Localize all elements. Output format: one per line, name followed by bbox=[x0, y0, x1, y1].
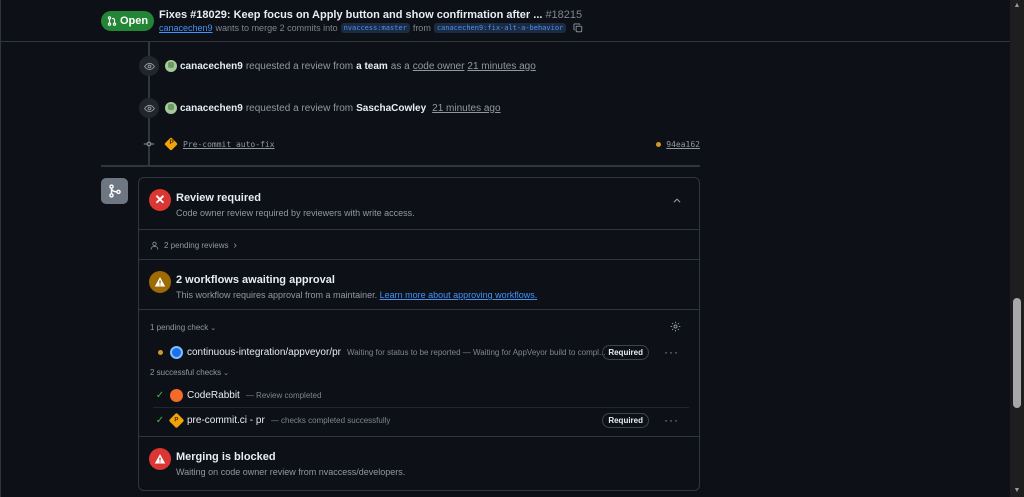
successful-checks-toggle[interactable]: 2 successful checks ⌄ bbox=[150, 368, 229, 377]
meta-text: wants to merge 2 commits into bbox=[215, 23, 338, 33]
workflows-subtitle: This workflow requires approval from a m… bbox=[176, 290, 537, 300]
timeline-user[interactable]: canacechen9 bbox=[180, 61, 243, 72]
commit-message[interactable]: Pre-commit auto-fix bbox=[183, 140, 275, 149]
pending-status-dot[interactable] bbox=[656, 141, 662, 147]
kebab-menu-icon[interactable]: ··· bbox=[664, 345, 679, 359]
check-name[interactable]: pre-commit.ci - pr bbox=[187, 415, 265, 426]
coderabbit-icon bbox=[170, 388, 183, 402]
gear-icon[interactable] bbox=[670, 321, 681, 332]
workflows-subtitle-text: This workflow requires approval from a m… bbox=[176, 290, 378, 300]
eye-icon bbox=[139, 98, 159, 118]
timeline-action: requested a review from bbox=[245, 102, 354, 114]
precommit-avatar[interactable] bbox=[164, 137, 178, 151]
timeline-action: requested a review from bbox=[245, 60, 354, 72]
person-icon bbox=[150, 241, 159, 250]
required-badge: Required bbox=[602, 412, 649, 428]
avatar[interactable] bbox=[165, 60, 177, 72]
timeline-item-review-request-team: canacechen9 requested a review from a te… bbox=[139, 56, 536, 76]
check-desc: Waiting for status to be reported — Wait… bbox=[346, 347, 606, 357]
scroll-down-arrow-icon[interactable]: ▼ bbox=[1010, 485, 1024, 497]
review-title: Review required bbox=[176, 192, 261, 204]
review-subtitle: Code owner review required by reviewers … bbox=[176, 208, 415, 218]
eye-icon bbox=[139, 56, 159, 76]
pr-title-text: Fixes #18029: Keep focus on Apply button… bbox=[159, 9, 543, 21]
check-row-coderabbit[interactable]: ✓ CodeRabbit — Review completed bbox=[153, 385, 685, 405]
chevron-down-icon: ⌄ bbox=[223, 369, 230, 377]
merging-subtitle: Waiting on code owner review from nvacce… bbox=[176, 467, 406, 477]
precommit-icon: P bbox=[168, 412, 185, 428]
check-row-appveyor[interactable]: continuous-integration/appveyor/pr Waiti… bbox=[153, 342, 685, 362]
pull-request-icon bbox=[107, 16, 117, 26]
timeline-target[interactable]: a team bbox=[356, 61, 388, 72]
pr-page: Open Fixes #18029: Keep focus on Apply b… bbox=[0, 0, 1011, 497]
commit-row: Pre-commit auto-fix 94ea162 bbox=[139, 136, 700, 152]
avatar[interactable] bbox=[165, 102, 177, 114]
chevron-right-icon: › bbox=[233, 240, 237, 251]
code-owner-link[interactable]: code owner bbox=[413, 61, 465, 72]
check-icon: ✓ bbox=[155, 414, 165, 426]
author-link[interactable]: canacechen9 bbox=[159, 23, 213, 33]
checks-section: 1 pending check ⌄ continuous-integration… bbox=[139, 310, 699, 437]
check-row-precommit[interactable]: ✓ P pre-commit.ci - pr — checks complete… bbox=[153, 410, 685, 430]
pending-reviews-toggle[interactable]: 2 pending reviews › bbox=[150, 240, 237, 251]
review-required-section[interactable]: ✕ Review required Code owner review requ… bbox=[139, 178, 699, 230]
sticky-pr-header: Open Fixes #18029: Keep focus on Apply b… bbox=[1, 0, 1011, 42]
merging-title: Merging is blocked bbox=[176, 451, 276, 463]
pr-title[interactable]: Fixes #18029: Keep focus on Apply button… bbox=[159, 9, 582, 21]
learn-more-link[interactable]: Learn more about approving workflows. bbox=[380, 290, 538, 300]
pending-status-dot bbox=[153, 349, 167, 355]
timeline-extra: as a bbox=[390, 60, 410, 72]
state-badge-open: Open bbox=[101, 11, 154, 31]
state-label: Open bbox=[119, 15, 149, 27]
scrollbar[interactable]: ▲ ▼ bbox=[1010, 0, 1024, 497]
row-divider bbox=[153, 407, 689, 408]
pending-checks-label: 1 pending check bbox=[150, 323, 209, 332]
pr-number: #18215 bbox=[545, 9, 583, 21]
chevron-down-icon: ⌄ bbox=[210, 324, 217, 332]
alert-icon bbox=[149, 448, 171, 470]
workflows-section: 2 workflows awaiting approval This workf… bbox=[139, 260, 699, 310]
timeline-user[interactable]: canacechen9 bbox=[180, 103, 243, 114]
from-text: from bbox=[412, 23, 431, 33]
git-merge-icon bbox=[101, 178, 128, 204]
chevron-up-icon[interactable] bbox=[672, 196, 682, 206]
commit-sha-text: 94ea162 bbox=[666, 139, 700, 149]
timeline-time[interactable]: 21 minutes ago bbox=[432, 103, 500, 114]
pending-checks-toggle[interactable]: 1 pending check ⌄ bbox=[150, 323, 216, 332]
timeline-time[interactable]: 21 minutes ago bbox=[467, 61, 535, 72]
check-icon: ✓ bbox=[155, 389, 165, 401]
commit-sha[interactable]: 94ea162 bbox=[656, 140, 700, 149]
scroll-up-arrow-icon[interactable]: ▲ bbox=[1010, 0, 1024, 12]
pending-reviews-section: 2 pending reviews › bbox=[139, 230, 699, 260]
merge-box: ✕ Review required Code owner review requ… bbox=[138, 177, 700, 491]
copy-icon[interactable] bbox=[573, 23, 583, 33]
check-name[interactable]: CodeRabbit bbox=[187, 390, 240, 401]
workflows-title: 2 workflows awaiting approval bbox=[176, 274, 335, 286]
head-branch[interactable]: canacechen9:fix-alt-a-behavior bbox=[433, 23, 567, 33]
check-name[interactable]: continuous-integration/appveyor/pr bbox=[187, 347, 341, 358]
required-badge: Required bbox=[602, 344, 649, 360]
alert-icon bbox=[149, 271, 171, 293]
merging-blocked-section: Merging is blocked Waiting on code owner… bbox=[139, 437, 699, 490]
appveyor-icon bbox=[170, 345, 183, 359]
check-desc: — Review completed bbox=[245, 390, 322, 400]
pending-reviews-label: 2 pending reviews bbox=[164, 241, 229, 250]
scrollbar-thumb[interactable] bbox=[1013, 298, 1021, 408]
git-commit-icon bbox=[139, 138, 159, 150]
timeline-item-review-request-user: canacechen9 requested a review from Sasc… bbox=[139, 98, 501, 118]
x-icon: ✕ bbox=[149, 189, 171, 211]
pr-meta: canacechen9 wants to merge 2 commits int… bbox=[159, 23, 583, 33]
kebab-menu-icon[interactable]: ··· bbox=[664, 413, 679, 427]
timeline-divider bbox=[101, 165, 700, 167]
base-branch[interactable]: nvaccess:master bbox=[340, 23, 410, 33]
successful-checks-label: 2 successful checks bbox=[150, 368, 222, 377]
timeline-target[interactable]: SaschaCowley bbox=[356, 103, 426, 114]
check-desc: — checks completed successfully bbox=[270, 415, 391, 425]
